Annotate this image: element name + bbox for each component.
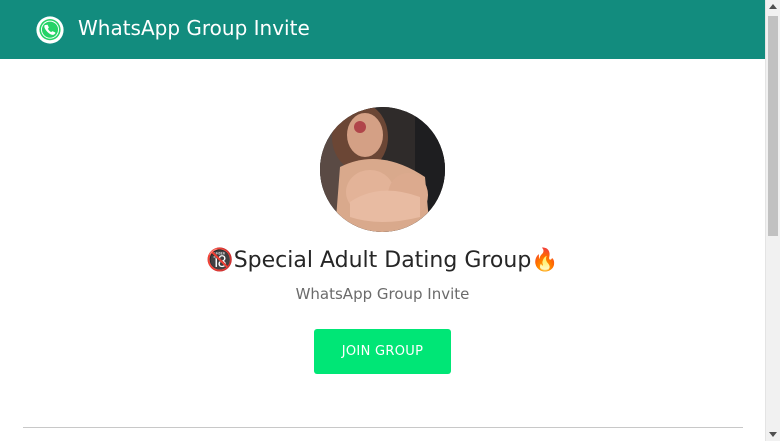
group-subtitle: WhatsApp Group Invite: [295, 285, 470, 303]
divider: [23, 427, 743, 428]
group-name: 🔞Special Adult Dating Group🔥: [206, 248, 559, 273]
group-avatar-photo: [320, 107, 445, 232]
header-bar: WhatsApp Group Invite: [0, 0, 765, 59]
header-title: WhatsApp Group Invite: [78, 16, 310, 40]
page: WhatsApp Group Invite 🔞Special Adult Dat…: [0, 0, 780, 441]
scroll-up-arrow-icon[interactable]: [769, 4, 777, 9]
join-group-button[interactable]: JOIN GROUP: [314, 329, 451, 374]
scrollbar-thumb[interactable]: [768, 16, 778, 236]
invite-card: 🔞Special Adult Dating Group🔥 WhatsApp Gr…: [0, 59, 765, 441]
whatsapp-logo-icon: [36, 16, 64, 44]
vertical-scrollbar[interactable]: [765, 0, 780, 441]
scroll-down-arrow-icon[interactable]: [769, 432, 777, 437]
group-avatar: [320, 107, 445, 232]
